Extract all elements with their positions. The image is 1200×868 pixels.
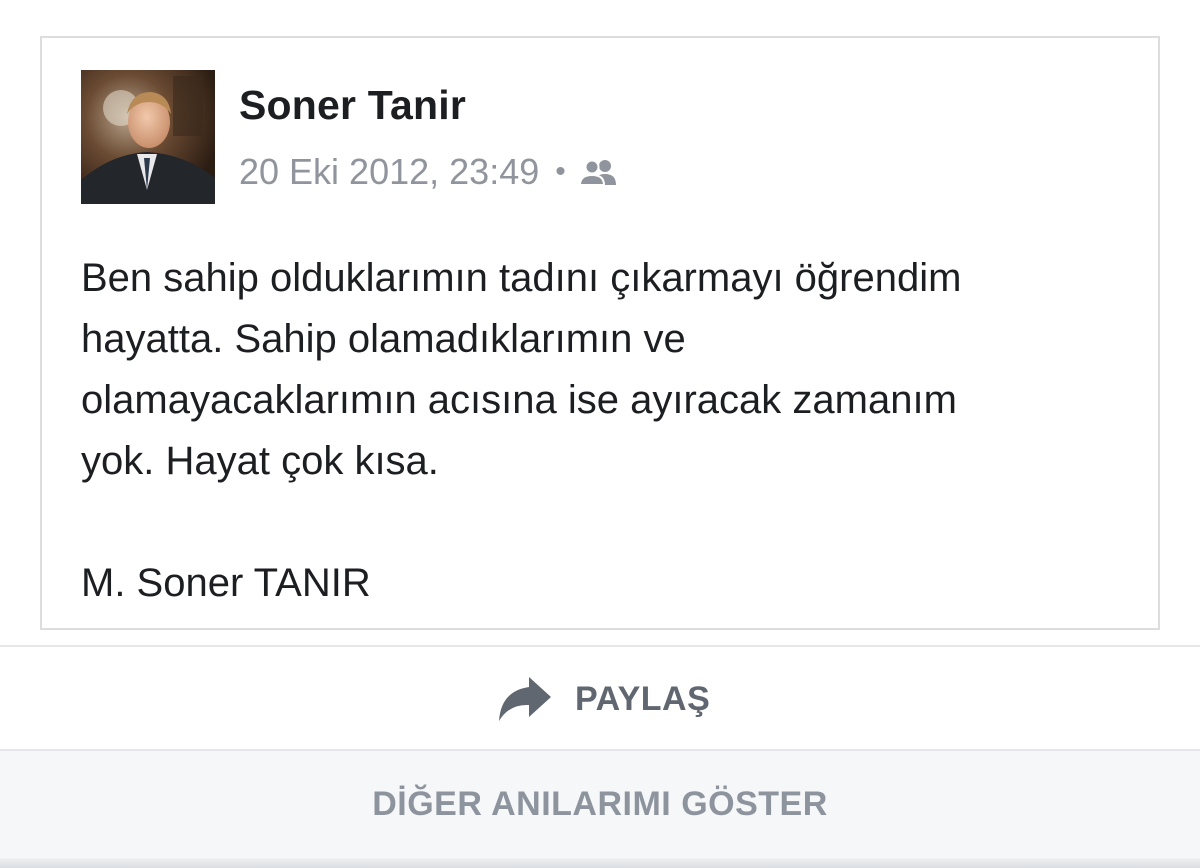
more-memories-label: DİĞER ANILARIMI GÖSTER (372, 785, 828, 823)
memory-page: Soner Tanir 20 Eki 2012, 23:49 • Ben sah… (0, 0, 1200, 868)
share-button[interactable]: PAYLAŞ (0, 645, 1200, 751)
friends-icon[interactable] (579, 159, 618, 185)
meta-separator: • (555, 155, 566, 188)
bottom-divider (0, 858, 1200, 868)
share-label: PAYLAŞ (575, 679, 711, 718)
more-memories-button[interactable]: DİĞER ANILARIMI GÖSTER (0, 751, 1200, 868)
share-arrow-icon (497, 675, 553, 723)
avatar[interactable] (81, 70, 215, 204)
share-button-content: PAYLAŞ (497, 673, 710, 725)
author-name[interactable]: Soner Tanir (239, 82, 466, 129)
post-meta: 20 Eki 2012, 23:49 • (239, 150, 618, 194)
memory-post-card: Soner Tanir 20 Eki 2012, 23:49 • Ben sah… (40, 36, 1160, 630)
post-text: Ben sahip olduklarımın tadını çıkarmayı … (81, 256, 962, 605)
avatar-photo (81, 70, 215, 204)
post-timestamp[interactable]: 20 Eki 2012, 23:49 (239, 151, 539, 193)
